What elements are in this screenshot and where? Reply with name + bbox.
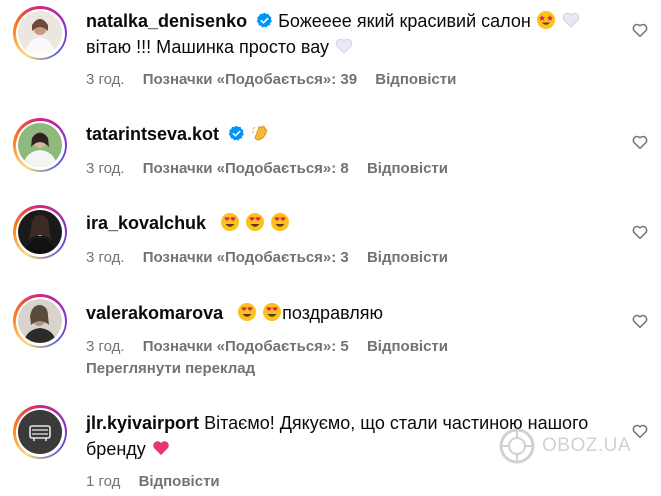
- comment-username[interactable]: tatarintseva.kot: [86, 124, 219, 144]
- comment-likes[interactable]: Позначки «Подобається»: 5: [143, 338, 349, 355]
- comment-time: 3 год.: [86, 338, 125, 355]
- avatar[interactable]: [13, 118, 67, 172]
- heart-eyes-emoji-icon: [221, 213, 240, 231]
- reply-button[interactable]: Відповісти: [367, 249, 448, 266]
- heart-eyes-emoji-icon: [246, 213, 265, 231]
- heart-eyes-emoji-icon: [271, 213, 290, 231]
- verified-badge-icon: [256, 12, 272, 28]
- white-heart-emoji-icon: [562, 12, 580, 28]
- heart-outline-icon[interactable]: [631, 422, 649, 440]
- oboz-logo-icon: [499, 428, 535, 464]
- heart-outline-icon[interactable]: [631, 133, 649, 151]
- reply-button[interactable]: Відповісти: [375, 71, 456, 88]
- avatar[interactable]: [13, 6, 67, 60]
- comment-meta: 3 год. Позначки «Подобається»: 8 Відпові…: [86, 160, 462, 177]
- comment-username[interactable]: jlr.kyivairport: [86, 413, 199, 433]
- heart-outline-icon[interactable]: [631, 21, 649, 39]
- star-struck-emoji-icon: [536, 11, 555, 29]
- watermark: OBOZ.UA: [498, 427, 631, 465]
- comment-username[interactable]: natalka_denisenko: [86, 11, 247, 31]
- reply-button[interactable]: Відповісти: [139, 473, 220, 490]
- reply-button[interactable]: Відповісти: [367, 338, 448, 355]
- avatar[interactable]: [13, 294, 67, 348]
- comment-username[interactable]: ira_kovalchuk: [86, 213, 206, 233]
- comment-text-continued: вітаю !!! Машинка просто вау: [86, 37, 330, 57]
- comment-text-continued: бренду: [86, 439, 146, 459]
- comment-meta: 3 год. Позначки «Подобається»: 39 Відпов…: [86, 71, 470, 88]
- comment-time: 3 год.: [86, 249, 125, 266]
- heart-eyes-emoji-icon: [263, 303, 282, 321]
- comment-meta: 1 год Відповісти: [86, 473, 234, 490]
- comment-text: поздравляю: [282, 303, 383, 323]
- watermark-text: OBOZ.UA: [542, 435, 632, 456]
- comment-username[interactable]: valerakomarova: [86, 303, 223, 323]
- avatar[interactable]: [13, 205, 67, 259]
- pink-heart-emoji-icon: [152, 441, 169, 455]
- comment-meta: 3 год. Позначки «Подобається»: 3 Відпові…: [86, 249, 462, 266]
- clapping-hands-emoji-icon: [252, 125, 268, 141]
- avatar[interactable]: [13, 405, 67, 459]
- comment-likes[interactable]: Позначки «Подобається»: 3: [143, 249, 349, 266]
- see-translation-button[interactable]: Переглянути переклад: [86, 360, 255, 377]
- comment-text: Божееее який красивий салон: [278, 11, 531, 31]
- heart-outline-icon[interactable]: [631, 223, 649, 241]
- comment-likes[interactable]: Позначки «Подобається»: 39: [143, 71, 357, 88]
- heart-outline-icon[interactable]: [631, 312, 649, 330]
- comment-meta: 3 год. Позначки «Подобається»: 5 Відпові…: [86, 338, 462, 355]
- white-heart-emoji-icon: [335, 38, 353, 54]
- comment-likes[interactable]: Позначки «Подобається»: 8: [143, 160, 349, 177]
- comment-time: 3 год.: [86, 71, 125, 88]
- reply-button[interactable]: Відповісти: [367, 160, 448, 177]
- comment-time: 1 год: [86, 473, 121, 490]
- comment-time: 3 год.: [86, 160, 125, 177]
- verified-badge-icon: [228, 125, 244, 141]
- heart-eyes-emoji-icon: [238, 303, 257, 321]
